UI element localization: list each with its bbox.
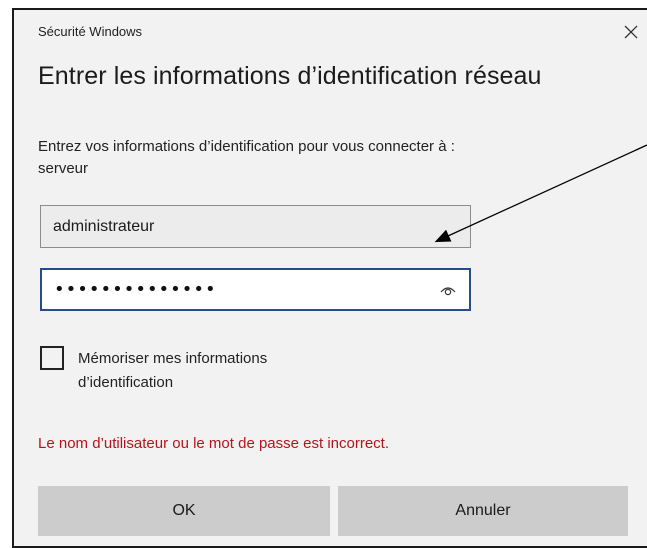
close-icon[interactable] <box>621 22 641 42</box>
remember-label[interactable]: Mémoriser mes informations d’identificat… <box>78 347 378 395</box>
remember-label-line-2: d’identification <box>78 374 174 391</box>
cancel-button[interactable]: Annuler <box>338 486 628 536</box>
eye-icon[interactable] <box>439 283 457 297</box>
server-name: serveur <box>38 160 89 177</box>
credential-dialog: Sécurité Windows Entrer les informations… <box>12 8 647 548</box>
password-value: •••••••••••••• <box>54 279 217 300</box>
username-field[interactable]: administrateur <box>40 205 471 248</box>
prompt-line-1: Entrez vos informations d’identification… <box>38 138 455 155</box>
password-field[interactable]: •••••••••••••• <box>40 268 471 311</box>
connection-prompt: Entrez vos informations d’identification… <box>38 136 628 180</box>
username-value: administrateur <box>53 217 155 235</box>
remember-checkbox[interactable] <box>40 346 64 370</box>
dialog-heading: Entrer les informations d’identification… <box>38 62 542 90</box>
remember-label-line-1: Mémoriser mes informations <box>78 350 268 367</box>
window-title: Sécurité Windows <box>38 24 143 39</box>
ok-button[interactable]: OK <box>38 486 330 536</box>
error-message: Le nom d’utilisateur ou le mot de passe … <box>38 435 390 452</box>
